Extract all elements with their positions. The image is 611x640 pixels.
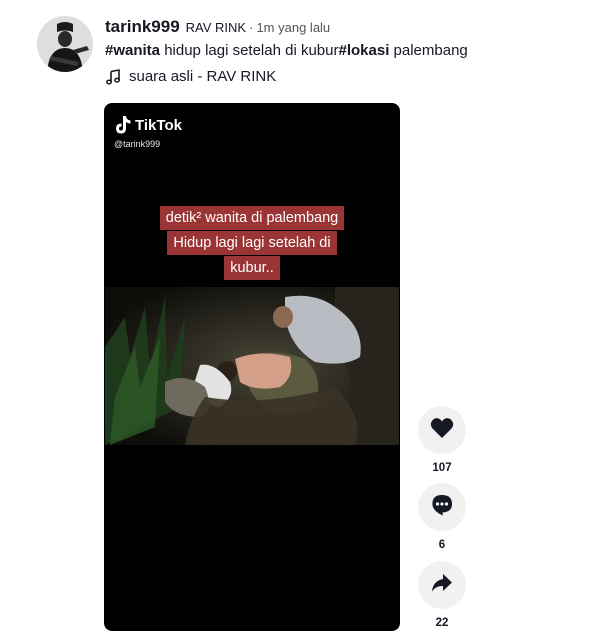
like-action: 107 (418, 406, 466, 474)
separator-dot: · (249, 20, 254, 35)
tiktok-watermark: TikTok @tarink999 (114, 115, 182, 149)
hashtag-link[interactable]: #wanita (105, 42, 160, 59)
share-icon (431, 573, 453, 598)
author-line: tarink999 RAV RINK · 1m yang lalu (105, 16, 601, 38)
caption-text: palembang (389, 42, 468, 59)
author-nickname[interactable]: RAV RINK (186, 20, 246, 35)
overlay-line: kubur.. (224, 256, 280, 280)
overlay-line: Hidup lagi lagi setelah di (167, 231, 337, 255)
comment-icon (430, 493, 454, 522)
author-avatar[interactable] (37, 16, 93, 72)
video-caption: #wanita hidup lagi setelah di kubur#loka… (105, 41, 601, 61)
author-username[interactable]: tarink999 (105, 17, 180, 36)
music-note-icon (105, 69, 121, 85)
video-player[interactable]: TikTok @tarink999 detik² wanita di palem… (104, 103, 400, 631)
post-time: 1m yang lalu (256, 20, 331, 35)
hashtag-link[interactable]: #lokasi (339, 42, 390, 59)
share-count: 22 (435, 617, 449, 629)
share-action: 22 (418, 561, 466, 629)
watermark-username: @tarink999 (114, 139, 161, 149)
comment-action: 6 (418, 483, 466, 551)
post-header: tarink999 RAV RINK · 1m yang lalu #wanita h… (105, 16, 601, 87)
overlay-line: detik² wanita di palembang (159, 206, 345, 230)
like-button[interactable] (418, 406, 466, 454)
tiktok-brand: TikTok (135, 116, 182, 134)
comment-button[interactable] (418, 483, 466, 531)
tiktok-logo-icon (114, 115, 132, 135)
comment-count: 6 (438, 539, 446, 551)
video-overlay-text: detik² wanita di palembang Hidup lagi la… (104, 206, 400, 281)
share-button[interactable] (418, 561, 466, 609)
heart-icon (430, 417, 454, 444)
music-link[interactable]: suara asli - RAV RINK (105, 67, 601, 87)
video-frame (105, 287, 399, 445)
like-count: 107 (432, 462, 452, 474)
music-title: suara asli - RAV RINK (129, 68, 277, 85)
caption-text: hidup lagi setelah di kubur (160, 42, 339, 59)
